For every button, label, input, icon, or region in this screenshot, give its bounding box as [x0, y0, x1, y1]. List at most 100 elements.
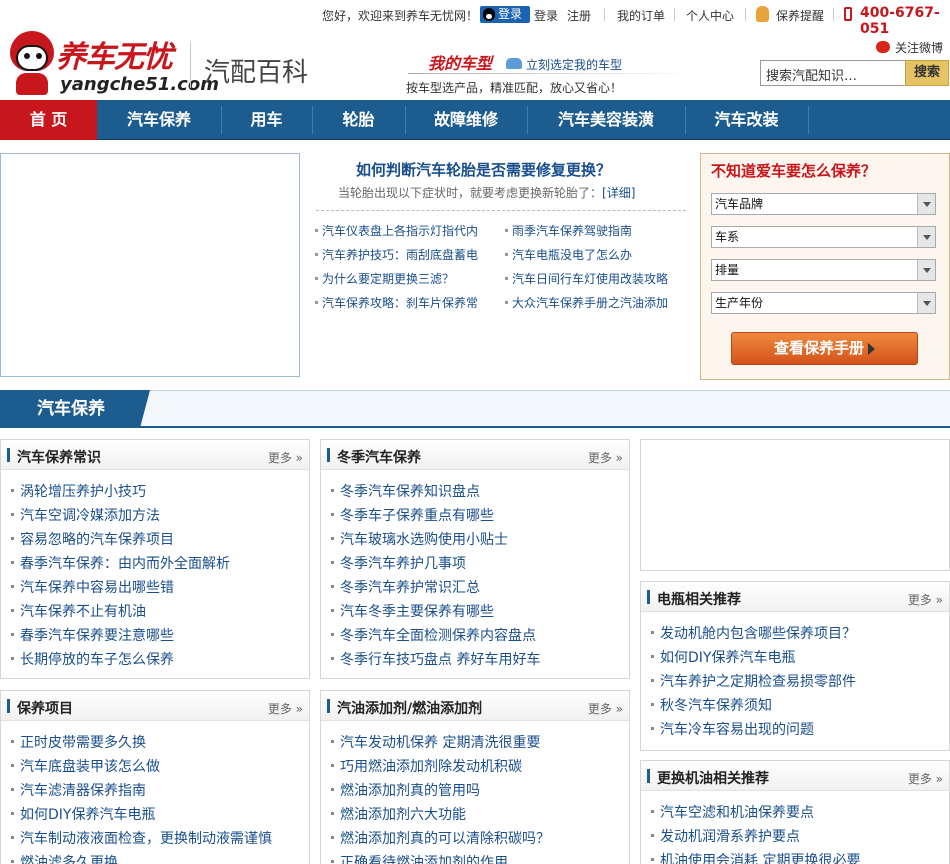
brand-select-value: 汽车品牌 — [715, 197, 764, 211]
feature-detail-link[interactable]: [详细] — [602, 186, 635, 200]
list-item[interactable]: 冬季行车技巧盘点 养好车用好车 — [330, 649, 540, 669]
qq-login-button[interactable]: 登录 — [480, 6, 530, 23]
feature-link[interactable]: 汽车仪表盘上各指示灯指代内 — [314, 222, 478, 239]
panel-header: 汽油添加剂/燃油添加剂 更多 » — [321, 691, 629, 721]
list-item[interactable]: 汽车养护之定期检查易损零部件 — [651, 671, 856, 691]
banner-image[interactable] — [0, 153, 300, 377]
list-item[interactable]: 燃油添加剂六大功能 — [331, 804, 466, 824]
my-car-description: 按车型选产品，精准匹配，放心又省心！ — [406, 81, 623, 95]
feature-link[interactable]: 为什么要定期更换三滤？ — [314, 270, 454, 287]
list-item[interactable]: 燃油添加剂真的管用吗 — [331, 780, 480, 800]
list-item[interactable]: 春季汽车保养要注意哪些 — [11, 625, 174, 645]
list-item[interactable]: 长期停放的车子怎么保养 — [11, 649, 174, 669]
year-select[interactable]: 生产年份 — [711, 292, 936, 314]
list-item[interactable]: 汽车冷车容易出现的问题 — [651, 719, 814, 739]
list-item[interactable]: 如何DIY保养汽车电瓶 — [650, 647, 795, 667]
list-item[interactable]: 秋冬汽车保养须知 — [651, 695, 772, 715]
register-link[interactable]: 注册 — [567, 7, 591, 24]
my-orders-link[interactable]: 我的订单 — [617, 7, 665, 24]
list-item[interactable]: 春季汽车保养：由内而外全面解析 — [11, 553, 230, 573]
qq-icon — [483, 8, 495, 21]
list-item[interactable]: 如何DIY保养汽车电瓶 — [10, 804, 155, 824]
feature-link[interactable]: 汽车养护技巧：雨刮底盘蓄电 — [314, 246, 478, 263]
displacement-select[interactable]: 排量 — [711, 259, 936, 281]
more-link[interactable]: 更多 » — [588, 449, 623, 466]
year-select-value: 生产年份 — [715, 296, 764, 310]
list-item[interactable]: 汽车保养中容易出哪些错 — [11, 577, 174, 597]
panel-maintenance-items: 保养项目 更多 » 正时皮带需要多久换 汽车底盘装甲该怎么做 汽车滤清器保养指南… — [0, 690, 310, 864]
search-button[interactable]: 搜索 — [905, 60, 949, 86]
list-item[interactable]: 容易忽略的汽车保养项目 — [11, 529, 174, 549]
list-item[interactable]: 汽车制动液液面检查，更换制动液需谨慎 — [11, 828, 272, 848]
feature-link[interactable]: 汽车电瓶没电了怎么办 — [504, 246, 632, 263]
divider — [604, 8, 605, 21]
more-link[interactable]: 更多 » — [908, 591, 943, 608]
divider — [808, 106, 809, 134]
list-item[interactable]: 汽车保养不止有机油 — [11, 601, 146, 621]
title-marker — [7, 699, 10, 713]
personal-center-link[interactable]: 个人中心 — [686, 7, 734, 24]
list-item[interactable]: 机油使用会消耗 定期更换很必要 — [650, 850, 860, 864]
view-manual-button[interactable]: 查看保养手册 — [731, 332, 918, 365]
more-link[interactable]: 更多 » — [588, 700, 623, 717]
brand-select[interactable]: 汽车品牌 — [711, 193, 936, 215]
list-item[interactable]: 冬季车子保养重点有哪些 — [331, 505, 494, 525]
list-item[interactable]: 汽车空调冷媒添加方法 — [11, 505, 160, 525]
feature-link[interactable]: 汽车日间行车灯使用改装攻略 — [504, 270, 668, 287]
list-item[interactable]: 燃油滤多久更换 — [11, 852, 118, 864]
more-link[interactable]: 更多 » — [908, 770, 943, 787]
more-link[interactable]: 更多 » — [268, 700, 303, 717]
list-item[interactable]: 冬季汽车养护几事项 — [331, 553, 466, 573]
section-title: 汽车保养 — [0, 390, 150, 428]
panel-title: 汽车保养常识 — [17, 450, 101, 466]
list-item[interactable]: 汽车玻璃水选购使用小贴士 — [331, 529, 508, 549]
list-item[interactable]: 发动机舱内包含哪些保养项目？ — [651, 623, 856, 643]
list-item[interactable]: 冬季汽车养护常识汇总 — [331, 577, 480, 597]
list-item[interactable]: 汽车滤清器保养指南 — [11, 780, 146, 800]
logo-text[interactable]: 养车无忧 — [56, 32, 173, 76]
follow-weibo-link[interactable]: 关注微博 — [895, 39, 943, 56]
list-item[interactable]: 汽车空滤和机油保养要点 — [651, 802, 814, 822]
more-link[interactable]: 更多 » — [268, 449, 303, 466]
divider — [408, 73, 698, 74]
my-car-title: 我的车型 — [428, 54, 493, 73]
nav-tab-tires[interactable]: 轮胎 — [312, 100, 405, 140]
list-item[interactable]: 正时皮带需要多久换 — [11, 732, 146, 752]
panel-winter: 冬季汽车保养 更多 » 冬季汽车保养知识盘点 冬季车子保养重点有哪些 汽车玻璃水… — [320, 439, 630, 679]
nav-tab-beauty[interactable]: 汽车美容装潢 — [527, 100, 685, 140]
ad-placeholder[interactable] — [640, 439, 950, 571]
list-item[interactable]: 巧用燃油添加剂除发动机积碳 — [331, 756, 522, 776]
feature-summary-text: 当轮胎出现以下症状时，就要考虑更换新轮胎了： — [338, 186, 603, 200]
series-select[interactable]: 车系 — [711, 226, 936, 248]
list-item[interactable]: 发动机润滑系养护要点 — [651, 826, 800, 846]
phone-icon — [844, 7, 852, 21]
select-my-car-link[interactable]: 立刻选定我的车型 — [526, 56, 622, 73]
list-item[interactable]: 汽车底盘装甲该怎么做 — [11, 756, 160, 776]
list-item[interactable]: 正确看待燃油添加剂的作用 — [331, 852, 508, 864]
nav-tab-modification[interactable]: 汽车改装 — [685, 100, 808, 140]
nav-tab-maintenance[interactable]: 汽车保养 — [97, 100, 221, 140]
list-item[interactable]: 涡轮增压养护小技巧 — [11, 481, 146, 501]
feature-link[interactable]: 雨季汽车保养驾驶指南 — [504, 222, 632, 239]
logo-mascot-icon[interactable] — [6, 31, 56, 95]
reminder-icon — [756, 6, 769, 22]
list-item[interactable]: 燃油添加剂真的可以清除积碳吗？ — [331, 828, 550, 848]
list-item[interactable]: 冬季汽车全面检测保养内容盘点 — [331, 625, 536, 645]
title-marker — [647, 590, 650, 604]
weibo-icon[interactable] — [876, 41, 890, 53]
login-link[interactable]: 登录 — [534, 7, 558, 24]
displacement-select-value: 排量 — [715, 263, 740, 277]
nav-tab-home[interactable]: 首 页 — [0, 100, 97, 140]
feature-headline[interactable]: 如何判断汽车轮胎是否需要修复更换？ — [356, 159, 611, 180]
feature-link[interactable]: 大众汽车保养手册之汽油添加 — [504, 294, 668, 311]
nav-tab-car-use[interactable]: 用车 — [221, 100, 312, 140]
list-item[interactable]: 冬季汽车保养知识盘点 — [331, 481, 480, 501]
maintenance-reminder-link[interactable]: 保养提醒 — [776, 7, 824, 24]
search-input[interactable]: 搜索汽配知识… — [760, 60, 906, 86]
list-item[interactable]: 汽车发动机保养 定期清洗很重要 — [330, 732, 540, 752]
nav-tab-repair[interactable]: 故障维修 — [405, 100, 527, 140]
feature-link[interactable]: 汽车保养攻略：刹车片保养常 — [314, 294, 478, 311]
panel-title: 更换机油相关推荐 — [657, 771, 769, 787]
list-item[interactable]: 汽车冬季主要保养有哪些 — [331, 601, 494, 621]
title-marker — [647, 769, 650, 783]
